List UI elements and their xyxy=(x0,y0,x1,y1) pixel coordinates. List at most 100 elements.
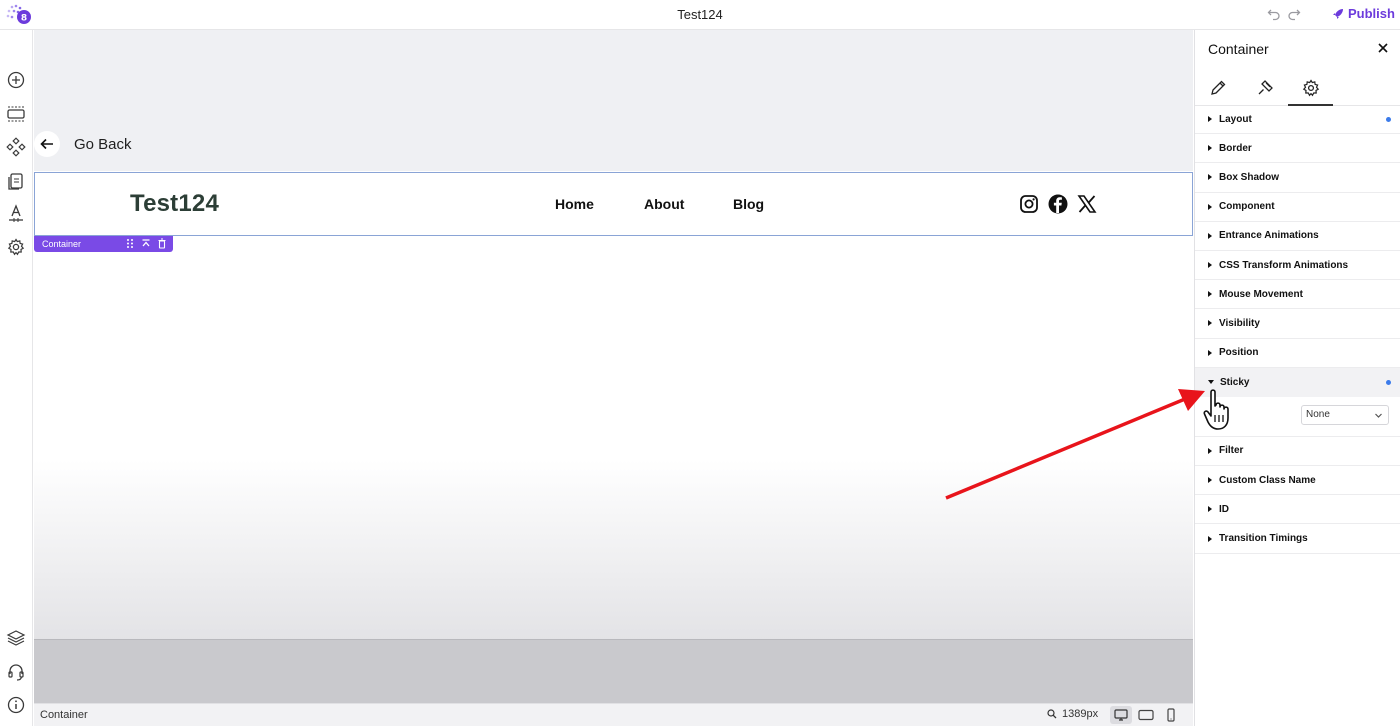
mobile-view-button[interactable] xyxy=(1160,706,1182,724)
document-title: Test124 xyxy=(677,7,723,22)
section-label: Mouse Movement xyxy=(1219,288,1303,300)
caret-right-icon xyxy=(1208,506,1212,513)
modified-dot xyxy=(1386,379,1391,385)
caret-right-icon xyxy=(1208,145,1212,152)
selection-tag[interactable]: Container xyxy=(34,236,173,252)
section-label: Custom Class Name xyxy=(1219,474,1316,486)
gear-icon[interactable] xyxy=(1301,78,1321,98)
caret-right-icon xyxy=(1208,262,1212,269)
redo-icon[interactable] xyxy=(1287,7,1301,21)
section-label: Layout xyxy=(1219,113,1252,125)
mobile-icon xyxy=(1167,708,1175,722)
tablet-icon xyxy=(1138,709,1154,721)
caret-right-icon xyxy=(1208,232,1212,239)
section-component[interactable]: Component xyxy=(1195,193,1400,222)
publish-label: Publish xyxy=(1348,6,1395,21)
rocket-icon xyxy=(1333,8,1343,19)
section-custom-class-name[interactable]: Custom Class Name xyxy=(1195,466,1400,496)
section-box-shadow[interactable]: Box Shadow xyxy=(1195,163,1400,193)
section-icon[interactable] xyxy=(6,104,26,124)
back-arrow-icon xyxy=(34,131,60,157)
caret-right-icon xyxy=(1208,116,1212,123)
canvas-top-area xyxy=(34,30,1193,171)
desktop-icon xyxy=(1114,709,1128,721)
caret-right-icon xyxy=(1208,535,1212,542)
drag-handle-icon[interactable] xyxy=(125,238,135,249)
settings-icon[interactable] xyxy=(6,237,26,257)
section-label: Position xyxy=(1219,347,1259,359)
section-mouse-movement[interactable]: Mouse Movement xyxy=(1195,280,1400,310)
section-label: Component xyxy=(1219,201,1275,213)
section-entrance-animations[interactable]: Entrance Animations xyxy=(1195,222,1400,251)
go-back-label: Go Back xyxy=(74,135,132,153)
editor-canvas[interactable]: Go Back Test124 Home About Blog Containe… xyxy=(34,30,1193,703)
facebook-icon[interactable] xyxy=(1048,194,1068,214)
caret-right-icon xyxy=(1208,203,1212,210)
close-icon[interactable] xyxy=(1376,41,1390,55)
chevron-down-icon xyxy=(1375,413,1382,418)
instagram-icon[interactable] xyxy=(1019,194,1039,214)
settings-sections: Layout Border Box Shadow Component Entra… xyxy=(1195,105,1400,554)
annotation-arrow xyxy=(945,389,1205,500)
section-label: Entrance Animations xyxy=(1219,230,1319,242)
selection-tag-label: Container xyxy=(42,239,82,249)
caret-right-icon xyxy=(1208,320,1212,327)
typography-icon[interactable] xyxy=(6,204,26,224)
site-header-container[interactable]: Test124 Home About Blog xyxy=(34,172,1193,236)
section-label: Visibility xyxy=(1219,317,1260,329)
nav-home[interactable]: Home xyxy=(555,196,594,212)
canvas-width-readout[interactable]: 1389px xyxy=(1047,708,1098,720)
left-toolbar xyxy=(0,30,33,726)
section-label: Transition Timings xyxy=(1219,533,1308,545)
section-visibility[interactable]: Visibility xyxy=(1195,309,1400,339)
status-bar: Container 1389px xyxy=(34,703,1193,726)
layers-icon[interactable] xyxy=(6,628,26,648)
section-transition-timings[interactable]: Transition Timings xyxy=(1195,524,1400,554)
panel-tabs xyxy=(1195,72,1400,106)
panel-title: Container xyxy=(1208,41,1269,57)
properties-panel: Container Layout Border Box Shadow Compo… xyxy=(1194,30,1400,726)
section-position[interactable]: Position xyxy=(1195,339,1400,368)
top-bar: 8 Test124 Publish xyxy=(0,0,1400,30)
add-icon[interactable] xyxy=(6,70,26,90)
section-id[interactable]: ID xyxy=(1195,495,1400,525)
hand-pointer-icon xyxy=(1203,389,1229,430)
info-icon[interactable] xyxy=(6,695,26,715)
sticky-select-value: None xyxy=(1306,409,1330,421)
section-label: ID xyxy=(1219,503,1229,515)
section-label: CSS Transform Animations xyxy=(1219,259,1349,271)
social-icons xyxy=(1019,194,1097,214)
caret-right-icon xyxy=(1208,174,1212,181)
caret-right-icon xyxy=(1208,291,1212,298)
section-label: Sticky xyxy=(1220,376,1250,388)
section-css-transform-animations[interactable]: CSS Transform Animations xyxy=(1195,251,1400,281)
undo-icon[interactable] xyxy=(1267,7,1281,21)
publish-button[interactable]: Publish xyxy=(1332,6,1395,21)
canvas-footer-area xyxy=(34,639,1193,703)
support-icon[interactable] xyxy=(6,662,26,682)
select-parent-icon[interactable] xyxy=(141,238,151,249)
section-layout[interactable]: Layout xyxy=(1195,105,1400,135)
go-back-button[interactable]: Go Back xyxy=(34,131,132,157)
x-twitter-icon[interactable] xyxy=(1077,194,1097,214)
desktop-view-button[interactable] xyxy=(1110,706,1132,724)
nav-blog[interactable]: Blog xyxy=(733,196,764,212)
tablet-view-button[interactable] xyxy=(1135,706,1157,724)
zoom-icon xyxy=(1047,709,1057,719)
caret-down-icon xyxy=(1208,380,1214,385)
components-icon[interactable] xyxy=(6,137,26,157)
delete-icon[interactable] xyxy=(157,238,167,249)
section-filter[interactable]: Filter xyxy=(1195,437,1400,467)
caret-right-icon xyxy=(1208,349,1212,356)
width-value: 1389px xyxy=(1062,708,1099,720)
section-label: Box Shadow xyxy=(1219,171,1280,183)
site-logo[interactable]: Test124 xyxy=(130,190,219,218)
section-label: Border xyxy=(1219,142,1252,154)
section-label: Filter xyxy=(1219,445,1244,457)
pages-icon[interactable] xyxy=(6,171,26,191)
nav-about[interactable]: About xyxy=(644,196,684,212)
brush-icon[interactable] xyxy=(1255,78,1275,98)
sticky-select[interactable]: None xyxy=(1301,404,1389,425)
section-border[interactable]: Border xyxy=(1195,134,1400,164)
pencil-icon[interactable] xyxy=(1208,78,1228,98)
